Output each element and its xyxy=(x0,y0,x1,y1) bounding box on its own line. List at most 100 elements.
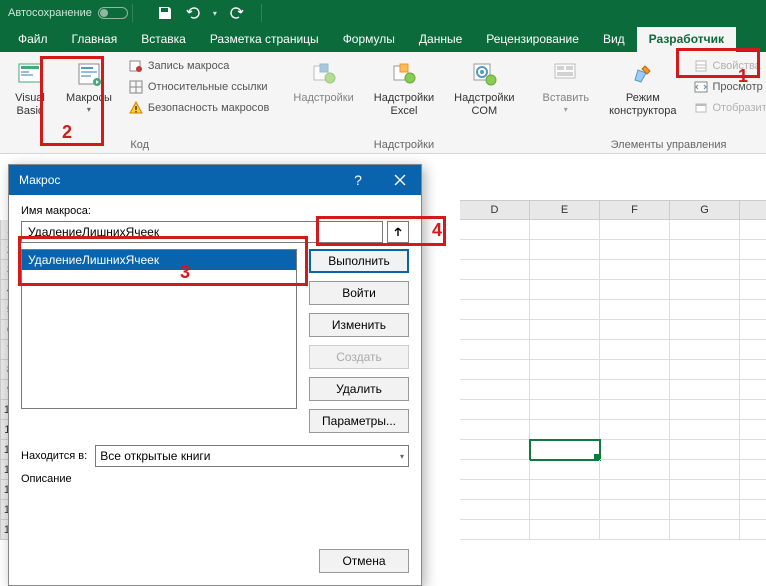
view-code-button[interactable]: Просмотр кода xyxy=(689,77,766,97)
cell[interactable] xyxy=(460,260,530,280)
cell[interactable] xyxy=(670,420,740,440)
options-button[interactable]: Параметры... xyxy=(309,409,409,433)
insert-control-button[interactable]: Вставить ▾ xyxy=(534,56,597,117)
cell[interactable] xyxy=(530,300,600,320)
delete-button[interactable]: Удалить xyxy=(309,377,409,401)
reference-edit-button[interactable] xyxy=(387,221,409,243)
cell[interactable] xyxy=(740,520,766,540)
cell[interactable] xyxy=(670,260,740,280)
cell[interactable] xyxy=(460,220,530,240)
cell[interactable] xyxy=(460,500,530,520)
cell[interactable] xyxy=(600,380,670,400)
cell[interactable] xyxy=(670,240,740,260)
cell[interactable] xyxy=(670,340,740,360)
cell[interactable] xyxy=(460,420,530,440)
cell[interactable] xyxy=(460,300,530,320)
column-header[interactable]: H xyxy=(740,200,766,220)
cell[interactable] xyxy=(740,260,766,280)
cell[interactable] xyxy=(740,500,766,520)
cell[interactable] xyxy=(600,440,670,460)
tab-file[interactable]: Файл xyxy=(6,27,60,52)
column-header[interactable]: G xyxy=(670,200,740,220)
cell[interactable] xyxy=(460,280,530,300)
cell[interactable] xyxy=(670,440,740,460)
dialog-titlebar[interactable]: Макрос ? xyxy=(9,165,421,195)
step-into-button[interactable]: Войти xyxy=(309,281,409,305)
close-button[interactable] xyxy=(379,165,421,195)
location-select[interactable]: Все открытые книги ▾ xyxy=(95,445,409,467)
cell[interactable] xyxy=(460,340,530,360)
cell[interactable] xyxy=(740,300,766,320)
cell[interactable] xyxy=(600,460,670,480)
cell[interactable] xyxy=(600,280,670,300)
cancel-button[interactable]: Отмена xyxy=(319,549,409,573)
save-icon[interactable] xyxy=(157,5,173,21)
cell[interactable] xyxy=(740,240,766,260)
cell[interactable] xyxy=(670,300,740,320)
autosave-toggle[interactable]: Автосохранение xyxy=(8,7,128,19)
cell[interactable] xyxy=(530,240,600,260)
cell[interactable] xyxy=(670,280,740,300)
cell[interactable] xyxy=(740,420,766,440)
cell[interactable] xyxy=(460,460,530,480)
column-header[interactable]: D xyxy=(460,200,530,220)
cell[interactable] xyxy=(600,320,670,340)
cell[interactable] xyxy=(740,220,766,240)
cell[interactable] xyxy=(530,340,600,360)
tab-view[interactable]: Вид xyxy=(591,27,637,52)
cell[interactable] xyxy=(670,520,740,540)
cell-grid[interactable] xyxy=(460,220,766,540)
cell[interactable] xyxy=(530,460,600,480)
addins-button[interactable]: Надстройки xyxy=(285,56,361,107)
cell[interactable] xyxy=(670,360,740,380)
cell[interactable] xyxy=(460,520,530,540)
visual-basic-button[interactable]: Visual Basic xyxy=(6,56,54,120)
cell[interactable] xyxy=(530,400,600,420)
cell[interactable] xyxy=(530,280,600,300)
cell[interactable] xyxy=(740,340,766,360)
cell[interactable] xyxy=(460,480,530,500)
cell[interactable] xyxy=(740,440,766,460)
cell[interactable] xyxy=(530,220,600,240)
design-mode-button[interactable]: Режим конструктора xyxy=(601,56,684,120)
cell[interactable] xyxy=(530,420,600,440)
cell[interactable] xyxy=(460,360,530,380)
cell[interactable] xyxy=(530,520,600,540)
cell[interactable] xyxy=(740,320,766,340)
macro-name-input[interactable] xyxy=(21,221,383,243)
addins-com-button[interactable]: Надстройки COM xyxy=(446,56,522,120)
cell[interactable] xyxy=(600,260,670,280)
cell[interactable] xyxy=(530,480,600,500)
list-item[interactable]: УдалениеЛишнихЯчеек xyxy=(22,250,296,270)
cell[interactable] xyxy=(740,400,766,420)
tab-developer[interactable]: Разработчик xyxy=(637,27,736,52)
edit-button[interactable]: Изменить xyxy=(309,313,409,337)
tab-review[interactable]: Рецензирование xyxy=(474,27,591,52)
cell[interactable] xyxy=(740,480,766,500)
cell[interactable] xyxy=(460,400,530,420)
cell[interactable] xyxy=(670,400,740,420)
cell[interactable] xyxy=(530,360,600,380)
macro-security-button[interactable]: Безопасность макросов xyxy=(124,98,274,118)
cell[interactable] xyxy=(600,240,670,260)
cell[interactable] xyxy=(600,420,670,440)
run-button[interactable]: Выполнить xyxy=(309,249,409,273)
cell[interactable] xyxy=(460,240,530,260)
column-header[interactable]: E xyxy=(530,200,600,220)
help-button[interactable]: ? xyxy=(337,165,379,195)
cell[interactable] xyxy=(460,320,530,340)
cell[interactable] xyxy=(670,500,740,520)
cell[interactable] xyxy=(600,500,670,520)
tab-layout[interactable]: Разметка страницы xyxy=(198,27,331,52)
cell[interactable] xyxy=(670,480,740,500)
cell[interactable] xyxy=(740,380,766,400)
cell[interactable] xyxy=(600,480,670,500)
cell[interactable] xyxy=(530,500,600,520)
cell[interactable] xyxy=(740,360,766,380)
cell[interactable] xyxy=(530,440,600,460)
tab-home[interactable]: Главная xyxy=(60,27,130,52)
cell[interactable] xyxy=(600,340,670,360)
record-macro-button[interactable]: Запись макроса xyxy=(124,56,274,76)
cell[interactable] xyxy=(600,300,670,320)
cell[interactable] xyxy=(460,440,530,460)
